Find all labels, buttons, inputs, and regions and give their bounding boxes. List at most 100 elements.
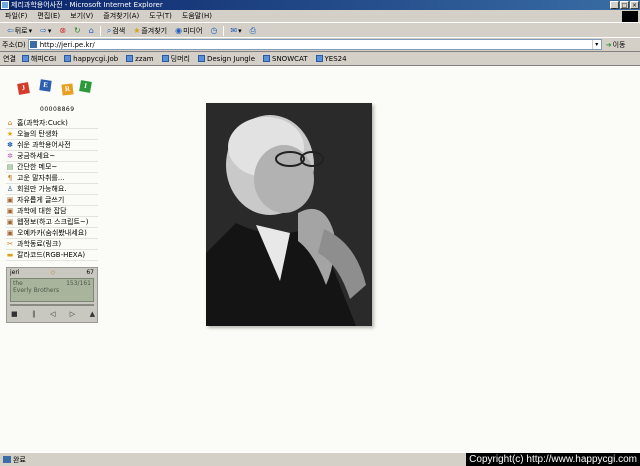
refresh-button[interactable]: ↻: [70, 25, 85, 37]
nav-item-free-board[interactable]: ▣ 자유롭게 글쓰기: [6, 195, 98, 206]
flower-icon: ✽: [7, 141, 13, 149]
link-page-icon: [315, 55, 323, 62]
nav-item-questions[interactable]: ✲ 궁금하세요~: [6, 151, 98, 162]
home-button[interactable]: ⌂: [85, 25, 98, 37]
player-screen: the 153/161 Everly Brothers: [10, 278, 94, 302]
nav-item-home[interactable]: ⌂ 홈(과학자:Cuck): [6, 118, 98, 129]
favorites-label: 즐겨찾기: [141, 26, 168, 35]
status-bar: 완료 Copyright(c) http://www.happycgi.com: [0, 452, 640, 466]
dropdown-arrow-icon: ▾: [238, 26, 242, 35]
windows-logo-icon: [622, 11, 638, 22]
link-yes24[interactable]: YES24: [315, 55, 347, 63]
scientist-portrait: [206, 103, 372, 326]
track-count: 153/161: [66, 280, 91, 287]
refresh-icon: ↻: [74, 26, 81, 35]
logo-block-j: J: [17, 82, 30, 95]
nav-label: 자유롭게 글쓰기: [17, 196, 65, 204]
menu-favorites[interactable]: 즐겨찾기(A): [98, 11, 144, 21]
pause-icon[interactable]: ∥: [32, 310, 36, 318]
star-icon: ★: [6, 130, 14, 138]
link-zzam[interactable]: zzam: [126, 55, 154, 63]
link-design-jungle[interactable]: Design Jungle: [197, 54, 255, 63]
nav-item-dictionary[interactable]: ✽ 쉬운 과학용어사전: [6, 140, 98, 151]
play-icon[interactable]: ▷: [70, 310, 75, 318]
nav-item-web-info[interactable]: ▣ 웹정보(하고 스크립트~): [6, 217, 98, 228]
menu-help[interactable]: 도움말(H): [177, 11, 217, 21]
minimize-button[interactable]: _: [610, 1, 619, 9]
nav-label: 칼라코드(RGB-HEXA): [17, 251, 86, 259]
dropdown-arrow-icon: ▾: [28, 26, 33, 35]
nav-label: 과학에 대한 잡담: [17, 207, 67, 215]
toolbar: ⇦ 뒤로 ▾ ⇨ ▾ ⊗ ↻ ⌂ ⌕ 검색 ★ 즐겨찾기 ◉ 미디어 ◷ ✉ ▾ ⎙: [0, 24, 640, 38]
menu-tools[interactable]: 도구(T): [144, 11, 177, 21]
nav-item-science-chat[interactable]: ▣ 과학에 대한 잡담: [6, 206, 98, 217]
menu-view[interactable]: 보기(V): [65, 11, 98, 21]
nav-item-oyecaca[interactable]: ▣ 오예카카(숨쉬봤내세요): [6, 228, 98, 239]
toolbar-separator: [223, 25, 225, 36]
nav-item-birth-flower[interactable]: ★ 오늘의 탄생화: [6, 129, 98, 140]
nav-item-guestbook[interactable]: ¶ 고운 말자취를...: [6, 173, 98, 184]
player-progress-bar[interactable]: [10, 304, 94, 306]
address-dropdown-button[interactable]: ▾: [591, 40, 601, 49]
link-happycgi-job[interactable]: happycgi.Job: [64, 55, 118, 63]
board-icon: ▣: [6, 229, 14, 237]
link-icon: ✂: [7, 240, 13, 248]
visitor-counter: 00008869: [40, 106, 75, 113]
link-snowcat[interactable]: SNOWCAT: [263, 55, 308, 63]
history-icon: ◷: [210, 26, 218, 35]
nav-label: 웹정보(하고 스크립트~): [17, 218, 89, 226]
menu-file[interactable]: 파일(F): [0, 11, 32, 21]
stop-icon[interactable]: ■: [11, 310, 18, 318]
nav-label: 오늘의 탄생화: [17, 130, 58, 138]
favorites-button[interactable]: ★ 즐겨찾기: [129, 25, 171, 37]
page-done-icon: [3, 456, 11, 463]
status-text: 완료: [13, 455, 26, 464]
logo-block-e: E: [39, 79, 52, 92]
link-label: 딩머리: [170, 54, 190, 63]
player-name: jeri: [10, 269, 20, 276]
site-logo[interactable]: J E R I: [17, 79, 98, 102]
link-happycgi[interactable]: 해피CGI: [21, 54, 57, 64]
nav-item-links[interactable]: ✂ 과학동료(링크): [6, 239, 98, 250]
media-button[interactable]: ◉ 미디어: [171, 25, 206, 37]
link-label: happycgi.Job: [73, 54, 119, 63]
history-button[interactable]: ◷: [206, 25, 221, 37]
palette-icon: ▬: [6, 251, 14, 259]
nav-label: 궁금하세요~: [17, 152, 56, 160]
search-button[interactable]: ⌕ 검색: [103, 25, 129, 37]
nav-item-color-code[interactable]: ▬ 칼라코드(RGB-HEXA): [6, 250, 98, 261]
nav-label: 간단한 메모~: [17, 163, 58, 171]
sparkle-icon: ✲: [7, 152, 13, 160]
close-button[interactable]: ×: [630, 1, 639, 9]
link-dingmeori[interactable]: 딩머리: [161, 54, 190, 64]
print-button[interactable]: ⎙: [246, 25, 260, 37]
back-label: 뒤로: [14, 26, 28, 35]
link-label: 해피CGI: [30, 54, 57, 63]
menu-edit[interactable]: 편집(E): [32, 11, 65, 21]
address-input[interactable]: http://jeri.pe.kr/ ▾: [27, 39, 602, 50]
forward-button[interactable]: ⇨ ▾: [36, 25, 55, 37]
go-button[interactable]: ➔ 이동: [606, 40, 626, 50]
search-icon: ⌕: [106, 25, 112, 35]
eject-icon[interactable]: ▲: [90, 310, 95, 318]
go-arrow-icon: ➔: [605, 40, 612, 49]
nav-label: 홈(과학자:Cuck): [17, 119, 68, 127]
mail-button[interactable]: ✉ ▾: [226, 25, 245, 37]
page-content: J E R I 00008869 ⌂ 홈(과학자:Cuck) ★ 오늘의 탄생화 ✽…: [0, 66, 640, 452]
nav-item-members[interactable]: ♙ 회원만 가능해요.: [6, 184, 98, 195]
stop-button[interactable]: ⊗: [55, 25, 70, 37]
links-bar: 연결 해피CGI happycgi.Job zzam 딩머리 Design Ju…: [0, 52, 640, 66]
star-icon: ★: [133, 26, 141, 35]
back-button[interactable]: ⇦ 뒤로 ▾: [3, 25, 36, 37]
search-label: 검색: [112, 26, 126, 35]
previous-icon[interactable]: ◁: [50, 310, 55, 318]
address-label: 주소(D): [2, 40, 26, 49]
maximize-button[interactable]: □: [620, 1, 629, 9]
diamond-icon: ◇: [50, 269, 56, 276]
link-page-icon: [197, 55, 205, 62]
link-label: Design Jungle: [206, 54, 255, 63]
home-icon: ⌂: [88, 26, 94, 35]
link-page-icon: [21, 55, 29, 62]
board-icon: ▣: [6, 196, 14, 204]
nav-item-memo[interactable]: ▤ 간단한 메모~: [6, 162, 98, 173]
